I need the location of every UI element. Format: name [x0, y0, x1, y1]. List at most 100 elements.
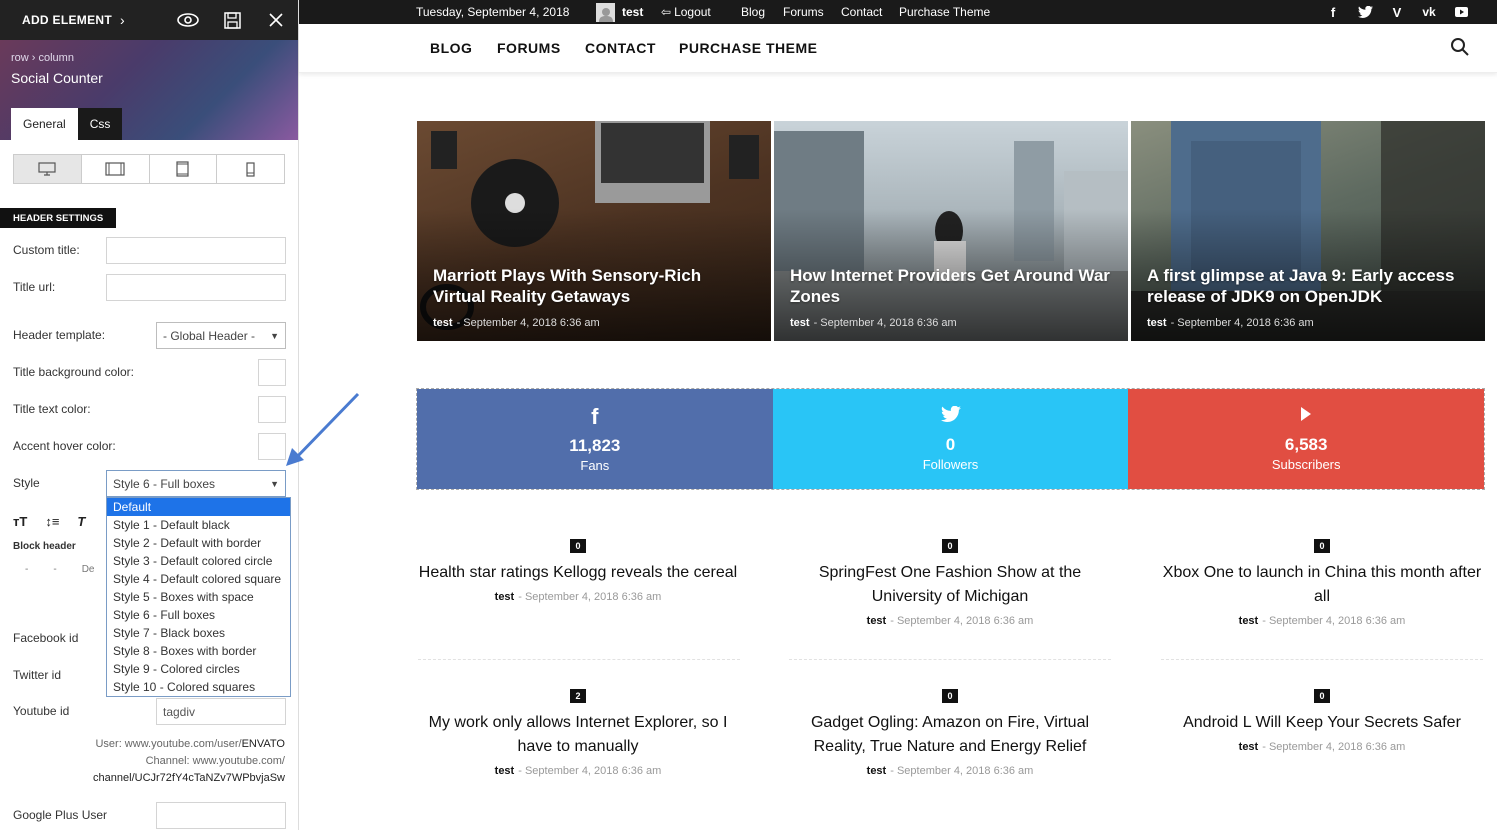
style-option[interactable]: Style 9 - Colored circles [107, 660, 290, 678]
google-plus-label: Google Plus User [13, 808, 108, 822]
logout-link[interactable]: ⇦ Logout [661, 5, 711, 19]
top-user[interactable]: test [596, 2, 643, 22]
style-select-value: Style 6 - Full boxes [113, 476, 216, 491]
featured-post[interactable]: Marriott Plays With Sensory-Rich Virtual… [417, 121, 771, 341]
post-item[interactable]: 0 Gadget Ogling: Amazon on Fire, Virtual… [785, 686, 1115, 777]
style-option[interactable]: Style 4 - Default colored square [107, 570, 290, 588]
post-title[interactable]: My work only allows Internet Explorer, s… [413, 711, 743, 759]
top-link-forums[interactable]: Forums [783, 5, 824, 19]
social-counter[interactable]: f 11,823 Fans 0 Followers 6,583 Subscrib… [416, 388, 1485, 490]
preview-eye-icon[interactable] [166, 0, 210, 40]
post-title[interactable]: Xbox One to launch in China this month a… [1157, 561, 1487, 609]
post-title[interactable]: SpringFest One Fashion Show at the Unive… [785, 561, 1115, 609]
youtube-icon[interactable] [1445, 5, 1477, 20]
twitter-counter-box[interactable]: 0 Followers [772, 389, 1129, 489]
post-author[interactable]: test [867, 615, 887, 627]
style-select[interactable]: Style 6 - Full boxes ▼ [106, 470, 286, 497]
title-bg-color-swatch[interactable] [258, 359, 286, 386]
youtube-counter-box[interactable]: 6,583 Subscribers [1128, 389, 1485, 489]
tab-general[interactable]: General [11, 108, 78, 140]
comment-count-badge[interactable]: 0 [570, 539, 586, 553]
style-option[interactable]: Style 10 - Colored squares [107, 678, 290, 696]
post-author[interactable]: test [867, 765, 887, 777]
meta-separator: - [813, 317, 818, 329]
featured-author[interactable]: test [433, 317, 453, 329]
twitter-icon[interactable] [1349, 5, 1381, 20]
featured-meta: test - September 4, 2018 6:36 am [1147, 317, 1314, 329]
featured-date: September 4, 2018 6:36 am [463, 317, 600, 329]
post-item[interactable]: 2 My work only allows Internet Explorer,… [413, 686, 743, 777]
search-icon[interactable] [1451, 38, 1469, 61]
desktop-icon[interactable] [14, 155, 82, 183]
comment-count-badge[interactable]: 0 [942, 539, 958, 553]
style-option[interactable]: Style 3 - Default colored circle [107, 552, 290, 570]
post-title[interactable]: Android L Will Keep Your Secrets Safer [1157, 711, 1487, 735]
tab-css[interactable]: Css [77, 108, 123, 140]
font-size-icon[interactable]: ᴛT [13, 514, 27, 529]
comment-count-badge[interactable]: 0 [942, 689, 958, 703]
chevron-right-icon[interactable]: › [120, 12, 125, 28]
add-element-button[interactable]: ADD ELEMENT [22, 13, 112, 27]
phone-icon[interactable] [217, 155, 284, 183]
post-author[interactable]: test [1239, 741, 1259, 753]
youtube-help-user-example: ENVATO [241, 738, 285, 750]
style-option[interactable]: Style 8 - Boxes with border [107, 642, 290, 660]
nav-contact[interactable]: CONTACT [585, 40, 656, 56]
top-date: Tuesday, September 4, 2018 [416, 5, 570, 19]
tablet-landscape-icon[interactable] [82, 155, 150, 183]
title-url-input[interactable] [106, 274, 286, 301]
nav-blog[interactable]: BLOG [430, 40, 472, 56]
style-option[interactable]: Style 2 - Default with border [107, 534, 290, 552]
comment-count-badge[interactable]: 0 [1314, 539, 1330, 553]
featured-title[interactable]: A first glimpse at Java 9: Early access … [1147, 265, 1471, 307]
post-item[interactable]: 0 Android L Will Keep Your Secrets Safer… [1157, 686, 1487, 753]
post-author[interactable]: test [1239, 615, 1259, 627]
nav-forums[interactable]: FORUMS [497, 40, 561, 56]
post-item[interactable]: 0 Xbox One to launch in China this month… [1157, 536, 1487, 627]
style-option[interactable]: Style 5 - Boxes with space [107, 588, 290, 606]
youtube-id-input[interactable]: tagdiv [156, 698, 286, 725]
top-link-blog[interactable]: Blog [741, 5, 765, 19]
facebook-icon[interactable]: f [1317, 5, 1349, 20]
style-option[interactable]: Style 6 - Full boxes [107, 606, 290, 624]
post-author[interactable]: test [495, 591, 515, 603]
close-icon[interactable] [254, 0, 298, 40]
style-option[interactable]: Style 7 - Black boxes [107, 624, 290, 642]
nav-purchase-theme[interactable]: PURCHASE THEME [679, 40, 817, 56]
post-item[interactable]: 0 SpringFest One Fashion Show at the Uni… [785, 536, 1115, 627]
post-item[interactable]: 0 Health star ratings Kellogg reveals th… [413, 536, 743, 603]
save-icon[interactable] [210, 0, 254, 40]
vk-icon[interactable]: vk [1413, 5, 1445, 20]
comment-count-badge[interactable]: 0 [1314, 689, 1330, 703]
featured-post[interactable]: A first glimpse at Java 9: Early access … [1131, 121, 1485, 341]
style-dropdown-list[interactable]: Default Style 1 - Default black Style 2 … [106, 497, 291, 697]
style-option[interactable]: Default [107, 498, 290, 516]
featured-title[interactable]: How Internet Providers Get Around War Zo… [790, 265, 1114, 307]
top-bar: Tuesday, September 4, 2018 test ⇦ Logout … [299, 0, 1497, 24]
tablet-portrait-icon[interactable] [150, 155, 218, 183]
featured-author[interactable]: test [790, 317, 810, 329]
vimeo-icon[interactable]: V [1381, 5, 1413, 20]
post-title[interactable]: Gadget Ogling: Amazon on Fire, Virtual R… [785, 711, 1115, 759]
facebook-counter-box[interactable]: f 11,823 Fans [417, 389, 773, 489]
header-template-select[interactable]: - Global Header - ▼ [156, 322, 286, 349]
custom-title-input[interactable] [106, 237, 286, 264]
featured-post[interactable]: How Internet Providers Get Around War Zo… [774, 121, 1128, 341]
post-author[interactable]: test [495, 765, 515, 777]
youtube-help-user: User: www.youtube.com/user/ENVATO [95, 738, 285, 750]
post-meta: test - September 4, 2018 6:36 am [413, 591, 743, 603]
google-plus-input[interactable] [156, 802, 286, 829]
featured-title[interactable]: Marriott Plays With Sensory-Rich Virtual… [433, 265, 757, 307]
line-height-icon[interactable]: ↕≡ [45, 514, 59, 529]
block-header-value: De [81, 564, 95, 575]
twitter-id-label: Twitter id [13, 668, 62, 682]
comment-count-badge[interactable]: 2 [570, 689, 586, 703]
top-link-purchase[interactable]: Purchase Theme [899, 5, 990, 19]
top-link-contact[interactable]: Contact [841, 5, 882, 19]
italic-icon[interactable]: T [77, 514, 85, 529]
breadcrumb[interactable]: row › column [11, 52, 74, 64]
featured-author[interactable]: test [1147, 317, 1167, 329]
style-option[interactable]: Style 1 - Default black [107, 516, 290, 534]
post-title[interactable]: Health star ratings Kellogg reveals the … [413, 561, 743, 585]
youtube-label: Subscribers [1271, 457, 1341, 472]
